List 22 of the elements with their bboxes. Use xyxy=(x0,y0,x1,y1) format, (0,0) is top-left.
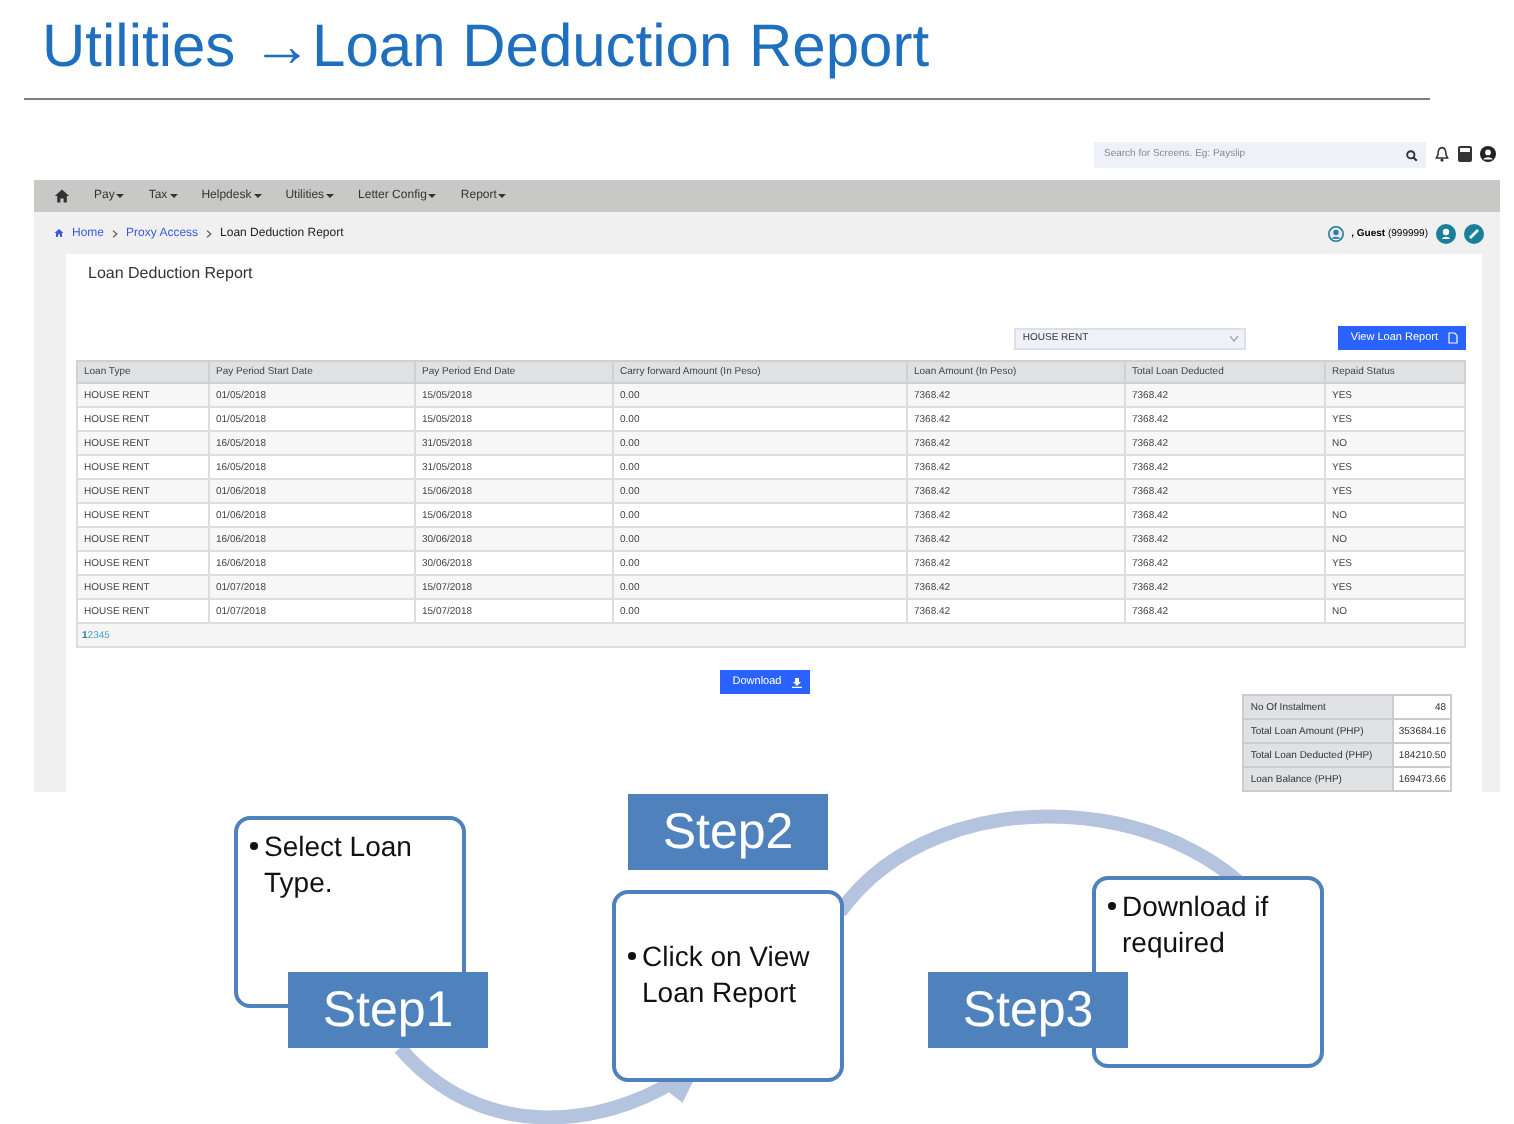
slide-title: Utilities →Loan Deduction Report xyxy=(42,12,930,84)
step-text: Select Loan Type. xyxy=(264,828,414,900)
document-icon xyxy=(1448,332,1458,344)
chevron-right-icon xyxy=(206,229,213,237)
card-title: Loan Deduction Report xyxy=(88,264,253,282)
chevron-right-icon xyxy=(112,229,119,237)
step-label: Step1 xyxy=(288,972,488,1048)
home-icon[interactable] xyxy=(54,187,70,204)
edit-button-icon[interactable] xyxy=(1464,223,1484,243)
search-icon[interactable] xyxy=(1406,149,1418,162)
step-label: Step3 xyxy=(928,972,1128,1048)
calculator-icon[interactable] xyxy=(1458,146,1472,163)
step-label: Step2 xyxy=(628,794,828,870)
bell-icon[interactable] xyxy=(1434,146,1450,163)
download-icon xyxy=(791,677,802,687)
user-avatar-icon xyxy=(1327,225,1344,241)
user-icon[interactable] xyxy=(1480,146,1496,163)
step-text: Download if required xyxy=(1122,888,1271,960)
home-icon[interactable] xyxy=(54,228,64,238)
step-text: Click on View Loan Report xyxy=(642,938,812,1010)
chevron-down-icon xyxy=(1230,335,1239,341)
profile-button-icon[interactable] xyxy=(1436,223,1456,243)
